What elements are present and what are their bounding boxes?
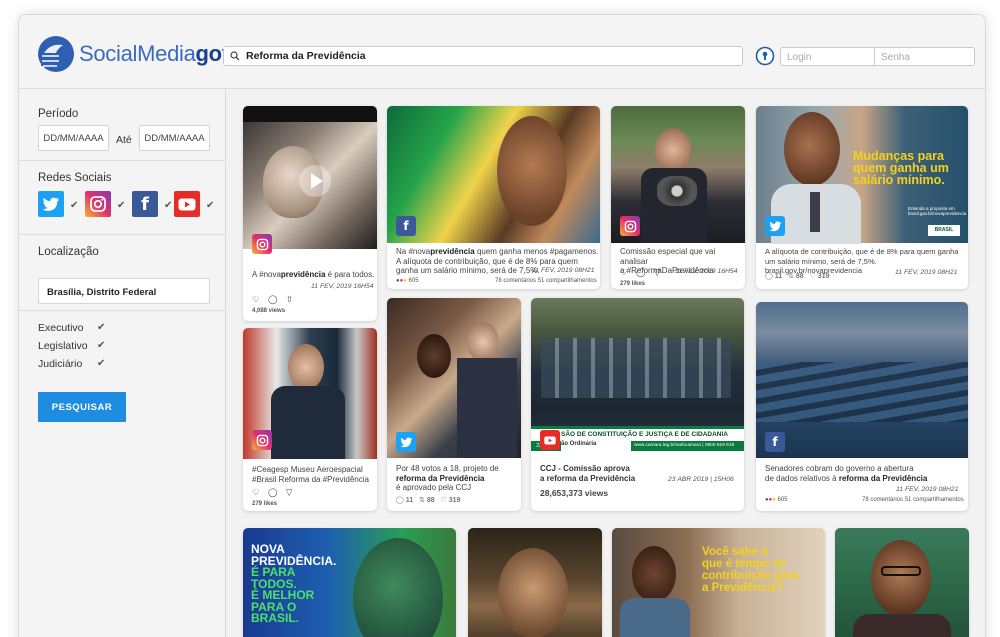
tweet-actions[interactable]: ◯ 11 ⇅ 88 ♡ 319 — [396, 496, 460, 504]
post-image[interactable] — [243, 106, 377, 249]
engagement-stats: 78 comentários 51 compartilhamentos — [495, 278, 597, 284]
tweet-actions[interactable]: ◯ 11 ⇅ 88 ♡ 319 — [765, 272, 829, 280]
video-banner: SÃO DE CONSTITUIÇÃO E JUSTIÇA E DE CIDAD… — [531, 426, 744, 458]
facebook-check-icon: ✔ — [164, 200, 173, 211]
post-card-3[interactable]: Comissão especial que vai analisar a #Ref… — [611, 106, 745, 289]
facebook-icon: f — [141, 193, 149, 215]
post-caption: Por 48 votos a 18, projeto de reforma da … — [396, 464, 499, 492]
password-field[interactable]: Senha — [874, 47, 975, 66]
instagram-badge-icon — [252, 234, 272, 254]
twitter-icon — [42, 197, 59, 211]
facebook-toggle[interactable]: f — [132, 191, 158, 217]
facebook-badge-icon: f — [765, 432, 785, 452]
post-caption: CCJ - Comissão aprova a reforma da Previd… — [540, 464, 636, 483]
top-bar: SocialMediagov Reforma da Previdência Lo… — [19, 15, 985, 89]
instagram-icon — [90, 196, 106, 212]
post-card-7[interactable]: SÃO DE CONSTITUIÇÃO E JUSTIÇA E DE CIDAD… — [531, 298, 744, 511]
twitter-badge-icon — [396, 432, 416, 452]
pesquisar-button[interactable]: PESQUISAR — [38, 392, 126, 422]
redes-section: Redes Sociais ✔ ✔ f ✔ ✔ — [19, 161, 226, 235]
judiciario-check-icon: ✔ — [97, 358, 106, 369]
banner-title: SÃO DE CONSTITUIÇÃO E JUSTIÇA E DE CIDAD… — [561, 431, 728, 438]
gov-badge: BRASIL — [928, 225, 960, 236]
image-headline: Mudanças para quem ganha um salário mínimo… — [853, 149, 949, 187]
search-input[interactable]: Reforma da Previdência — [223, 46, 743, 66]
post-timestamp: 11 FEV, 2019 08H21 — [895, 269, 958, 276]
post-card-5[interactable]: #Ceagesp Museu Aeroespacial #Brasil Refor… — [243, 328, 377, 511]
image-subtext: Entenda a proposta em brasil.gov.br/novap… — [908, 206, 967, 216]
post-card-12[interactable] — [835, 528, 969, 637]
executivo-check-icon: ✔ — [97, 322, 106, 333]
periodo-label: Período — [38, 108, 79, 120]
post-card-8[interactable]: f Senadores cobram do governo a abertura… — [756, 302, 968, 511]
facebook-badge-icon: f — [396, 216, 416, 236]
poder-judiciario[interactable]: Judiciário — [38, 358, 82, 370]
legislativo-check-icon: ✔ — [97, 340, 106, 351]
post-card-10[interactable] — [468, 528, 602, 637]
post-card-9[interactable]: NOVA PREVIDÊNCIA. É PARA TODOS. É MELHOR… — [243, 528, 456, 637]
brand-name: SocialMediagov — [79, 41, 234, 66]
post-caption: A #novaprevidência é para todos. — [252, 270, 375, 279]
view-count: 28,653,373 views — [540, 488, 609, 498]
view-count: 4,088 views — [252, 308, 286, 314]
logo[interactable]: SocialMediagov — [37, 35, 234, 73]
instagram-badge-icon — [252, 430, 272, 450]
search-icon — [230, 51, 240, 61]
post-timestamp: 11 FEV, 2019 16H54 — [675, 268, 738, 275]
search-value: Reforma da Previdência — [246, 50, 366, 62]
ate-label: Até — [116, 134, 132, 146]
post-caption: Senadores cobram do governo a abertura de… — [765, 464, 928, 483]
post-card-1[interactable]: A #novaprevidência é para todos. 11 FEV,… — [243, 106, 377, 321]
twitter-check-icon: ✔ — [70, 200, 79, 211]
engagement-stats: 78 comentários 51 compartilhamentos — [862, 497, 964, 503]
image-headline: NOVA PREVIDÊNCIA. É PARA TODOS. É MELHOR… — [251, 542, 337, 625]
play-icon[interactable] — [298, 164, 332, 198]
post-card-11[interactable]: Você sabe o que é tempo de contribuição pa… — [612, 528, 825, 637]
youtube-icon — [178, 198, 196, 210]
like-count: 279 likes — [620, 281, 646, 287]
periodo-section: Período DD/MM/AAAA Até DD/MM/AAAA — [19, 89, 226, 161]
post-timestamp: 23 ABR 2019 | 15H06 — [668, 476, 734, 483]
twitter-badge-icon — [765, 216, 785, 236]
post-timestamp: 11 FEV, 2019 08H21 — [896, 486, 959, 493]
post-card-4[interactable]: Mudanças para quem ganha um salário mínimo… — [756, 106, 968, 289]
user-lock-icon[interactable] — [755, 46, 775, 66]
banner-subtitle: ão Ordinária — [561, 441, 597, 447]
post-card-6[interactable]: Por 48 votos a 18, projeto de reforma da … — [387, 298, 521, 511]
post-image[interactable] — [387, 106, 600, 243]
date-from-input[interactable]: DD/MM/AAAA — [38, 125, 109, 151]
poder-legislativo[interactable]: Legislativo — [38, 340, 88, 352]
instagram-actions[interactable]: ♡ ◯ ⇧ — [252, 294, 296, 305]
instagram-check-icon: ✔ — [117, 200, 126, 211]
youtube-toggle[interactable] — [174, 191, 200, 217]
redes-label: Redes Sociais — [38, 172, 112, 184]
reaction-count: ●●● 605 — [396, 278, 419, 284]
logo-icon — [38, 36, 74, 72]
post-image[interactable] — [756, 302, 968, 458]
filter-sidebar: Período DD/MM/AAAA Até DD/MM/AAAA Redes … — [19, 89, 226, 637]
instagram-actions[interactable]: ♡ ◯ ▽ — [620, 267, 663, 278]
localizacao-label: Localização — [38, 246, 99, 258]
instagram-toggle[interactable] — [85, 191, 111, 217]
like-count: 279 likes — [252, 501, 278, 507]
instagram-actions[interactable]: ♡ ◯ ▽ — [252, 487, 295, 498]
post-timestamp: 11 FEV, 2019 16H54 — [311, 283, 374, 290]
date-to-input[interactable]: DD/MM/AAAA — [139, 125, 210, 151]
youtube-badge-icon — [540, 430, 560, 450]
post-card-2[interactable]: f Na #novaprevidência quem ganha menos #… — [387, 106, 600, 289]
app-window: SocialMediagov Reforma da Previdência Lo… — [18, 14, 986, 637]
poder-executivo[interactable]: Executivo — [38, 322, 84, 334]
instagram-badge-icon — [620, 216, 640, 236]
youtube-check-icon: ✔ — [206, 200, 215, 211]
login-field[interactable]: Login — [780, 47, 875, 66]
twitter-toggle[interactable] — [38, 191, 64, 217]
post-caption: #Ceagesp Museu Aeroespacial #Brasil Refor… — [252, 465, 369, 484]
location-input[interactable]: Brasília, Distrito Federal — [38, 278, 210, 304]
post-timestamp: 11 FEV, 2019 08H21 — [532, 267, 595, 274]
reaction-count: ●●● 605 — [765, 497, 788, 503]
image-headline: Você sabe o que é tempo de contribuição pa… — [702, 546, 799, 594]
banner-url: www.camara.leg.br/webcamara | 0800 619 6… — [631, 441, 744, 451]
